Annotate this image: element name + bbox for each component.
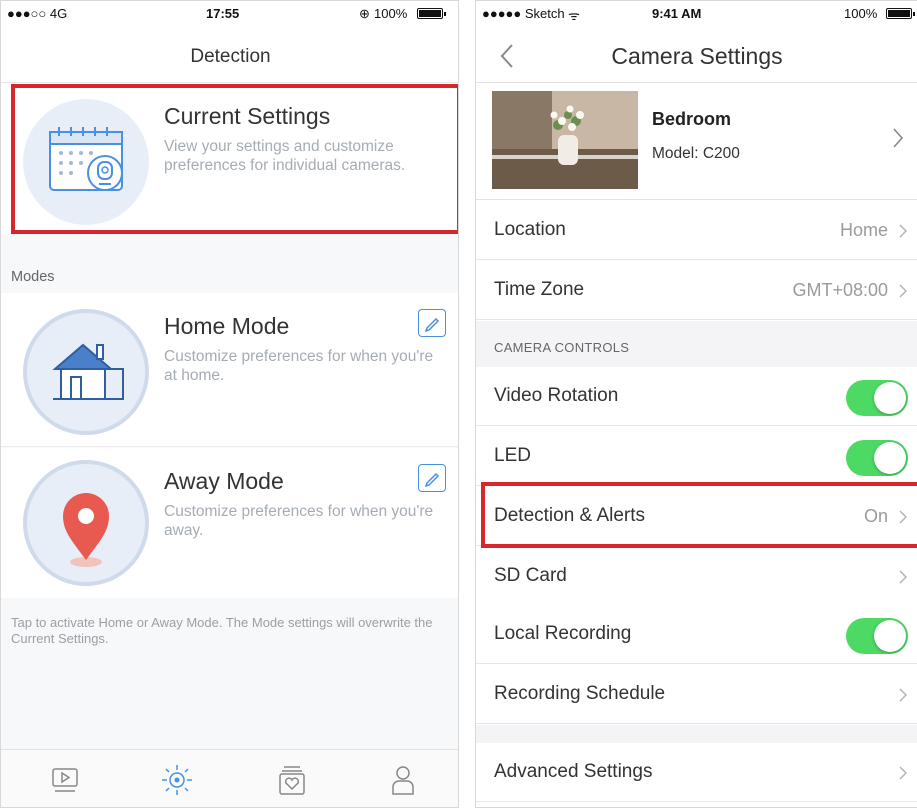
- tab-detection[interactable]: [159, 762, 195, 798]
- sd-card-label: SD Card: [494, 565, 567, 586]
- chevron-right-icon: [899, 688, 908, 702]
- local-recording-label: Local Recording: [494, 623, 632, 644]
- camera-settings-screen: ●●●●● Sketch ᯤ 9:41 AM 100% Camera Setti…: [475, 0, 917, 808]
- location-label: Location: [494, 219, 566, 240]
- edit-away-mode-icon[interactable]: [418, 464, 446, 492]
- chevron-right-icon: [899, 766, 908, 780]
- modes-section-label: Modes: [11, 269, 55, 285]
- tab-bar: [1, 749, 458, 807]
- led-toggle[interactable]: [846, 440, 908, 476]
- camera-info-row[interactable]: Bedroom Model: C200: [476, 83, 917, 200]
- away-mode-card[interactable]: Away Mode Customize preferences for when…: [1, 448, 458, 598]
- location-icon: ⊕: [359, 6, 370, 21]
- camera-thumbnail: [492, 91, 638, 189]
- status-bar: ●●●●● Sketch ᯤ 9:41 AM 100%: [476, 1, 917, 27]
- modes-footer-note: Tap to activate Home or Away Mode. The M…: [11, 615, 433, 646]
- battery-percent: 100%: [374, 6, 408, 21]
- advanced-settings-row[interactable]: Advanced Settings: [476, 743, 917, 802]
- camera-model: Model: C200: [652, 145, 740, 162]
- time-zone-row[interactable]: Time Zone GMT+08:00: [476, 261, 917, 320]
- time-zone-label: Time Zone: [494, 279, 585, 300]
- home-mode-title: Home Mode: [164, 313, 290, 339]
- home-mode-card[interactable]: Home Mode Customize preferences for when…: [1, 293, 458, 447]
- page-title: Detection: [190, 46, 271, 67]
- location-pin-icon: [23, 460, 149, 586]
- wifi-icon: ᯤ: [568, 8, 580, 23]
- tab-profile[interactable]: [385, 762, 421, 798]
- camera-name: Bedroom: [652, 109, 732, 129]
- carrier-signal: ●●●○○ 4G: [7, 6, 68, 21]
- profile-icon: [392, 766, 414, 795]
- away-mode-description: Customize preferences for when you're aw…: [164, 503, 434, 539]
- tab-video-playback[interactable]: [47, 762, 83, 798]
- away-mode-title: Away Mode: [164, 468, 284, 494]
- status-time: 9:41 AM: [652, 6, 702, 21]
- status-bar: ●●●○○ 4G 17:55 ⊕ 100%: [1, 1, 458, 27]
- status-time: 17:55: [206, 6, 240, 21]
- section-spacer: [476, 725, 917, 743]
- detection-icon: [162, 765, 192, 795]
- house-icon: [23, 309, 149, 435]
- camera-controls-label: CAMERA CONTROLS: [494, 340, 630, 355]
- carrier-signal: ●●●●● Sketch: [482, 6, 565, 21]
- video-playback-icon: [52, 768, 78, 792]
- location-row[interactable]: Location Home: [476, 201, 917, 260]
- chevron-right-icon: [893, 128, 904, 148]
- highlight-box: [481, 482, 917, 548]
- led-row: LED: [476, 427, 917, 486]
- highlight-box: [11, 84, 458, 234]
- chevron-right-icon: [899, 224, 908, 238]
- advanced-settings-label: Advanced Settings: [494, 761, 653, 782]
- local-recording-row: Local Recording: [476, 605, 917, 664]
- recording-schedule-row[interactable]: Recording Schedule: [476, 665, 917, 724]
- video-rotation-toggle[interactable]: [846, 380, 908, 416]
- battery-percent: 100%: [844, 6, 878, 21]
- chevron-right-icon: [899, 570, 908, 584]
- camera-controls-section: CAMERA CONTROLS: [476, 321, 917, 367]
- battery-icon: [886, 8, 915, 19]
- video-rotation-label: Video Rotation: [494, 385, 619, 406]
- home-mode-description: Customize preferences for when you're at…: [164, 348, 434, 384]
- page-title: Camera Settings: [611, 43, 783, 69]
- local-recording-toggle[interactable]: [846, 618, 908, 654]
- led-label: LED: [494, 445, 531, 466]
- time-zone-value: GMT+08:00: [792, 280, 888, 300]
- battery-icon: [417, 8, 446, 19]
- location-value: Home: [839, 220, 888, 240]
- edit-home-mode-icon[interactable]: [418, 309, 446, 337]
- tab-memories[interactable]: [274, 762, 310, 798]
- chevron-right-icon: [899, 284, 908, 298]
- detection-screen: ●●●○○ 4G 17:55 ⊕ 100% Detection Current …: [0, 0, 459, 808]
- recording-schedule-label: Recording Schedule: [494, 683, 666, 704]
- memories-icon: [279, 766, 305, 795]
- sd-card-row[interactable]: SD Card: [476, 547, 917, 606]
- video-rotation-row: Video Rotation: [476, 367, 917, 426]
